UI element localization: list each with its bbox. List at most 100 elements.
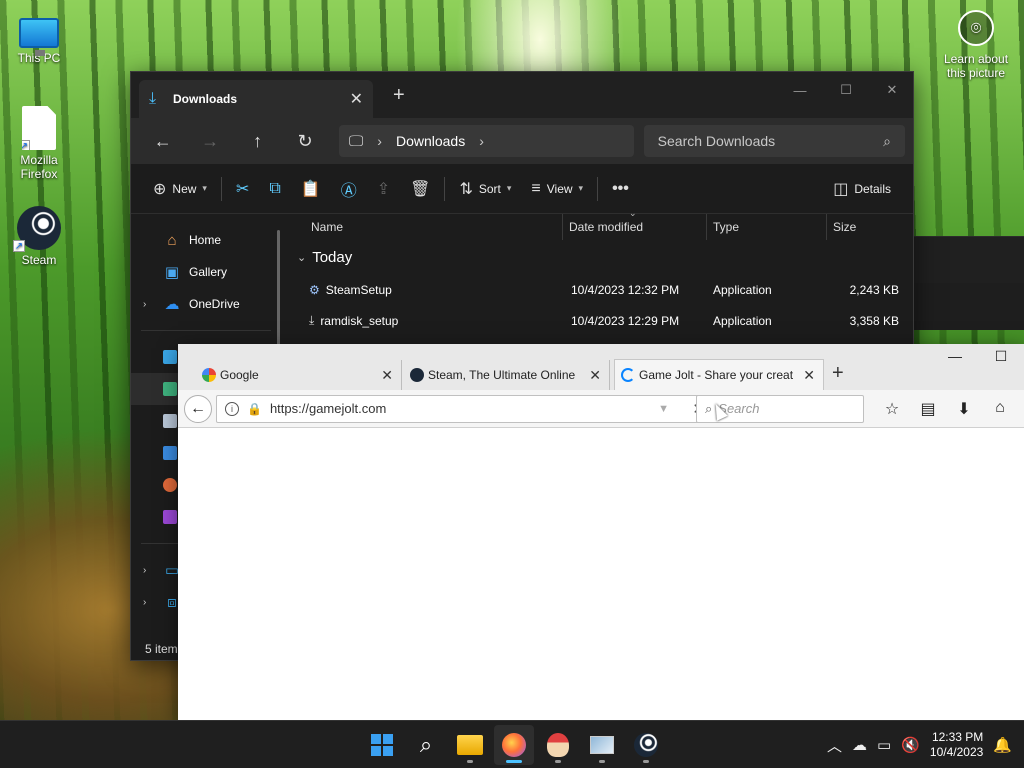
rename-button[interactable]: Ⓐ bbox=[331, 173, 367, 205]
breadcrumb-downloads[interactable]: Downloads bbox=[396, 133, 465, 149]
chevron-right-icon[interactable]: › bbox=[143, 565, 146, 576]
network-icon[interactable]: ▭ bbox=[877, 736, 891, 754]
explorer-navbar: ← → ↑ ↻ 🖵 › Downloads › Search Downloads… bbox=[131, 118, 913, 164]
taskbar-monitor-app[interactable] bbox=[582, 725, 622, 765]
notification-bell-icon[interactable]: 🔔 bbox=[993, 736, 1012, 754]
details-button[interactable]: ◫ Details bbox=[823, 173, 901, 205]
refresh-button[interactable]: ↻ bbox=[281, 131, 328, 152]
new-button[interactable]: ⊕ New ▾ bbox=[143, 173, 217, 205]
nav-item-gallery[interactable]: ▣ Gallery bbox=[131, 256, 281, 288]
taskbar-file-explorer[interactable] bbox=[450, 725, 490, 765]
new-tab-button[interactable]: + bbox=[393, 84, 405, 107]
view-button[interactable]: ≡ View ▾ bbox=[521, 173, 593, 205]
sort-icon: ⇅ bbox=[459, 180, 473, 198]
close-tab-icon[interactable]: ✕ bbox=[589, 367, 601, 384]
plus-circle-icon: ⊕ bbox=[153, 180, 167, 198]
desktop-icon-firefox[interactable]: ↗ Mozilla Firefox bbox=[4, 106, 74, 181]
forward-button[interactable]: → bbox=[186, 131, 233, 152]
chevron-up-icon[interactable]: ︿ bbox=[827, 735, 842, 756]
desktop-icon-steam[interactable]: ↗ Steam bbox=[4, 206, 74, 267]
reading-list-icon[interactable]: ▤ bbox=[910, 399, 946, 419]
copy-button[interactable]: ⧉ bbox=[259, 173, 290, 205]
file-name: SteamSetup bbox=[325, 282, 392, 297]
url-bar[interactable]: i 🔒 https://gamejolt.com ▼ ✕ bbox=[216, 394, 716, 423]
minimize-button[interactable]: — bbox=[932, 348, 978, 365]
tab-google[interactable]: Google ✕ bbox=[196, 360, 402, 390]
explorer-titlebar: ⤓ Downloads ✕ + — ☐ ✕ bbox=[131, 72, 913, 118]
dropdown-arrow-icon[interactable]: ▼ bbox=[658, 403, 669, 415]
search-button[interactable]: ⌕ bbox=[406, 725, 446, 765]
maximize-button[interactable]: ☐ bbox=[823, 76, 869, 104]
pocket-icon[interactable]: ◘ bbox=[1018, 399, 1024, 419]
tab-game-jolt[interactable]: Game Jolt - Share your creat ✕ bbox=[614, 359, 824, 390]
lock-icon[interactable]: 🔒 bbox=[247, 402, 262, 416]
clock-date: 10/4/2023 bbox=[929, 745, 984, 759]
chevron-right-icon[interactable]: › bbox=[143, 299, 146, 310]
nav-item-onedrive[interactable]: › ☁ OneDrive bbox=[131, 288, 281, 320]
start-button[interactable] bbox=[362, 725, 402, 765]
home-icon[interactable]: ⌂ bbox=[982, 399, 1018, 419]
delete-button[interactable]: 🗑 bbox=[400, 173, 440, 205]
search-placeholder: Search Downloads bbox=[657, 133, 776, 149]
sort-button[interactable]: ⇅ Sort ▾ bbox=[449, 173, 521, 205]
cut-button[interactable]: ✂ bbox=[226, 173, 259, 205]
nav-item-label: Gallery bbox=[189, 265, 228, 279]
close-button[interactable]: ✕ bbox=[869, 76, 915, 104]
back-button[interactable]: ← bbox=[139, 131, 186, 152]
explorer-search-input[interactable]: Search Downloads ⌕ bbox=[643, 125, 905, 157]
group-header-today[interactable]: ⌄ Today bbox=[291, 240, 913, 274]
clock[interactable]: 12:33 PM 10/4/2023 bbox=[930, 730, 983, 760]
chevron-down-icon: ▾ bbox=[202, 183, 207, 193]
taskbar-game-app[interactable] bbox=[538, 725, 578, 765]
documents-icon bbox=[163, 414, 177, 428]
info-icon[interactable]: i bbox=[225, 401, 239, 416]
bookmark-star-icon[interactable]: ☆ bbox=[874, 399, 910, 419]
learn-about-picture[interactable]: ⌾ Learn about this picture bbox=[934, 10, 1018, 80]
desktop-icon-label: Steam bbox=[21, 253, 57, 267]
address-bar[interactable]: 🖵 › Downloads › bbox=[338, 125, 634, 157]
column-header-type[interactable]: Type bbox=[707, 214, 827, 240]
tab-steam[interactable]: Steam, The Ultimate Online ✕ bbox=[404, 360, 610, 390]
explorer-tab-downloads[interactable]: ⤓ Downloads ✕ bbox=[139, 80, 373, 118]
column-header-date[interactable]: ⌄ Date modified bbox=[563, 208, 707, 240]
folder-icon bbox=[457, 735, 483, 755]
nav-item-label: Home bbox=[189, 233, 222, 247]
sort-label: Sort bbox=[478, 181, 501, 196]
column-header-size[interactable]: Size bbox=[827, 214, 907, 240]
desktop-icon-this-pc[interactable]: This PC bbox=[4, 8, 74, 65]
back-button[interactable]: ← bbox=[184, 394, 212, 423]
more-options-button[interactable]: ••• bbox=[602, 173, 639, 205]
maximize-button[interactable]: ☐ bbox=[978, 348, 1024, 365]
firefox-icon bbox=[502, 733, 526, 757]
column-header-name[interactable]: Name bbox=[291, 214, 563, 240]
chevron-right-icon[interactable]: › bbox=[143, 597, 146, 608]
nav-item-home[interactable]: ⌂ Home bbox=[131, 224, 281, 256]
file-date: 10/4/2023 12:29 PM bbox=[571, 313, 680, 328]
taskbar-steam[interactable] bbox=[626, 725, 666, 765]
file-row[interactable]: ⤓ ramdisk_setup 10/4/2023 12:29 PM Applic… bbox=[291, 305, 913, 336]
share-button[interactable]: ⇪ bbox=[367, 173, 400, 205]
tab-title: Steam, The Ultimate Online bbox=[428, 368, 576, 382]
firefox-navbar: ← i 🔒 https://gamejolt.com ▼ ✕ ⌕ Search … bbox=[178, 390, 1024, 428]
onedrive-status-icon[interactable]: ☁ bbox=[852, 736, 867, 754]
new-tab-button[interactable]: + bbox=[832, 362, 844, 385]
details-label: Details bbox=[854, 181, 891, 196]
chevron-right-icon[interactable]: › bbox=[479, 133, 484, 149]
windows-logo-icon bbox=[371, 734, 393, 756]
running-indicator bbox=[555, 760, 561, 763]
steam-icon: ↗ bbox=[13, 206, 61, 252]
close-tab-icon[interactable]: ✕ bbox=[350, 89, 363, 109]
up-button[interactable]: ↑ bbox=[234, 131, 281, 152]
download-icon[interactable]: ⬇ bbox=[946, 399, 982, 419]
taskbar-firefox[interactable] bbox=[494, 725, 534, 765]
minimize-button[interactable]: — bbox=[777, 76, 823, 104]
file-row[interactable]: ⚙ SteamSetup 10/4/2023 12:32 PM Applicati… bbox=[291, 274, 913, 305]
close-tab-icon[interactable]: ✕ bbox=[803, 367, 815, 384]
paste-button[interactable]: 📋 bbox=[291, 173, 331, 205]
loading-spinner-icon bbox=[621, 368, 635, 382]
volume-muted-icon[interactable]: 🔇 bbox=[901, 736, 920, 754]
close-tab-icon[interactable]: ✕ bbox=[381, 367, 393, 384]
clipboard-icon: 📋 bbox=[300, 180, 321, 198]
chart-monitor-icon bbox=[590, 736, 614, 754]
firefox-toolbar-buttons: ☆ ▤ ⬇ ⌂ ◘ bbox=[874, 399, 1024, 419]
